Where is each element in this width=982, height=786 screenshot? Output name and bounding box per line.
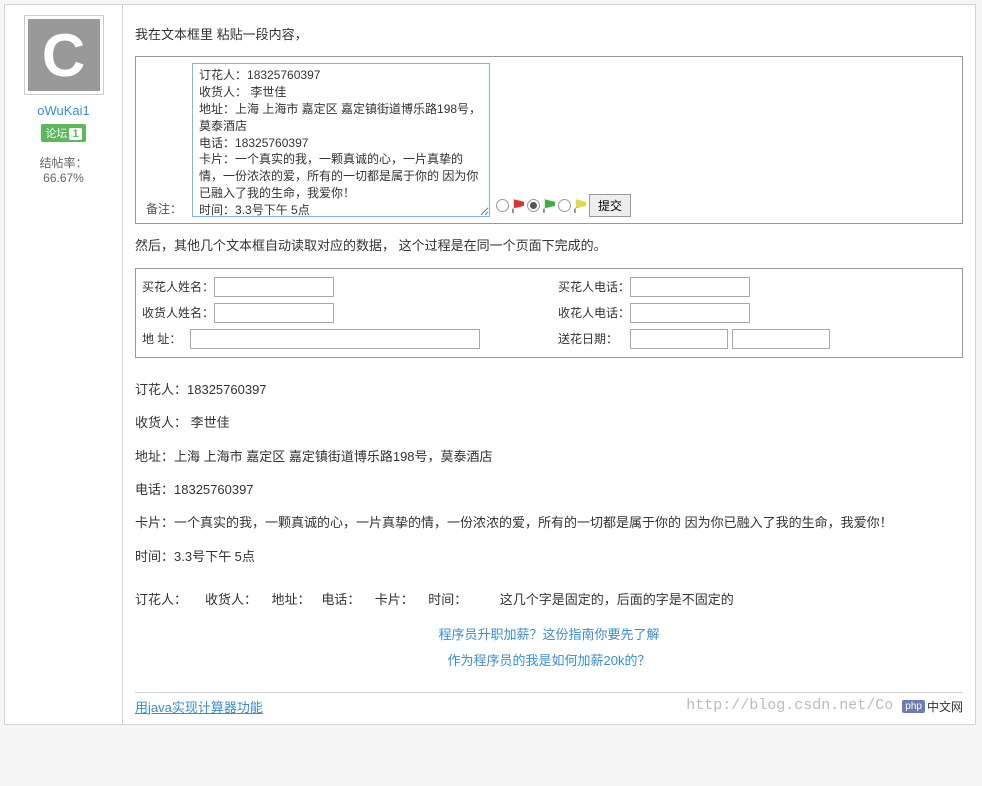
forum-badge: 论坛1 xyxy=(9,118,118,142)
username-link[interactable]: oWuKai1 xyxy=(9,103,118,118)
remark-label: 备注： xyxy=(146,200,182,217)
paragraph-3: 订花人： 收货人： 地址： 电话： 卡片： 时间： 这几个字是固定的，后面的字是… xyxy=(135,588,963,611)
flag-yellow-icon xyxy=(574,199,586,213)
submit-button[interactable]: 提交 xyxy=(589,194,631,217)
avatar-letter: C xyxy=(42,21,85,90)
radio-1[interactable] xyxy=(496,199,509,212)
date-input-1[interactable] xyxy=(630,329,728,349)
address-input[interactable] xyxy=(190,329,480,349)
user-sidebar: C oWuKai1 论坛1 结帖率： 66.67% xyxy=(5,5,123,724)
promo-link-2[interactable]: 作为程序员的我是如何加薪20k的？ xyxy=(135,648,963,674)
date-input-2[interactable] xyxy=(732,329,830,349)
data-line-4: 电话：18325760397 xyxy=(135,478,963,501)
data-line-5: 卡片：一个真实的我，一颗真诚的心，一片真挚的情，一份浓浓的爱，所有的一切都是属于… xyxy=(135,511,963,534)
watermark-logo: php 中文网 xyxy=(902,698,963,715)
paragraph-1: 我在文本框里 粘贴一段内容， xyxy=(135,23,963,46)
address-label: 地 址： xyxy=(142,330,190,347)
bottom-row: 用java实现计算器功能 http://blog.csdn.net/Co php… xyxy=(135,697,963,716)
recv-phone-label: 收花人电话： xyxy=(558,304,630,321)
recv-name-label: 收货人姓名： xyxy=(142,304,214,321)
badge-number: 1 xyxy=(69,128,81,140)
flag-green-icon xyxy=(543,199,555,213)
data-line-1: 订花人：18325760397 xyxy=(135,378,963,401)
textarea-box: 备注： 提交 xyxy=(135,56,963,224)
form-box: 买花人姓名： 买花人电话： 收货人姓名： 收花人电话： xyxy=(135,268,963,358)
radio-2[interactable] xyxy=(527,199,540,212)
divider xyxy=(135,692,963,693)
watermark-url: http://blog.csdn.net/Co xyxy=(686,697,893,714)
recv-name-input[interactable] xyxy=(214,303,334,323)
flag-group: 提交 xyxy=(496,194,631,217)
badge-label: 论坛 xyxy=(45,128,67,140)
buyer-name-input[interactable] xyxy=(214,277,334,297)
rate-label: 结帖率： xyxy=(9,154,118,171)
rate-value: 66.67% xyxy=(9,171,118,185)
related-link[interactable]: 用java实现计算器功能 xyxy=(135,697,263,716)
post-container: C oWuKai1 论坛1 结帖率： 66.67% 我在文本框里 粘贴一段内容，… xyxy=(4,4,976,725)
post-content: 我在文本框里 粘贴一段内容， 备注： 提交 然后，其他几个文本框自动读取对应的数… xyxy=(123,5,975,724)
watermark: http://blog.csdn.net/Co php 中文网 xyxy=(686,697,963,715)
paragraph-2: 然后，其他几个文本框自动读取对应的数据， 这个过程是在同一个页面下完成的。 xyxy=(135,234,963,257)
promo-links: 程序员升职加薪？这份指南你要先了解 作为程序员的我是如何加薪20k的？ xyxy=(135,622,963,674)
date-label: 送花日期： xyxy=(558,330,630,347)
buyer-name-label: 买花人姓名： xyxy=(142,278,214,295)
radio-3[interactable] xyxy=(558,199,571,212)
watermark-php-icon: php xyxy=(902,700,925,713)
data-line-3: 地址：上海 上海市 嘉定区 嘉定镇街道博乐路198号，莫泰酒店 xyxy=(135,445,963,468)
buyer-phone-input[interactable] xyxy=(630,277,750,297)
data-line-6: 时间：3.3号下午 5点 xyxy=(135,545,963,568)
watermark-cn: 中文网 xyxy=(927,698,963,715)
promo-link-1[interactable]: 程序员升职加薪？这份指南你要先了解 xyxy=(135,622,963,648)
remark-textarea[interactable] xyxy=(192,63,490,217)
avatar[interactable]: C xyxy=(24,15,104,95)
flag-red-icon xyxy=(512,199,524,213)
buyer-phone-label: 买花人电话： xyxy=(558,278,630,295)
recv-phone-input[interactable] xyxy=(630,303,750,323)
avatar-image: C xyxy=(28,19,100,91)
data-line-2: 收货人： 李世佳 xyxy=(135,411,963,434)
